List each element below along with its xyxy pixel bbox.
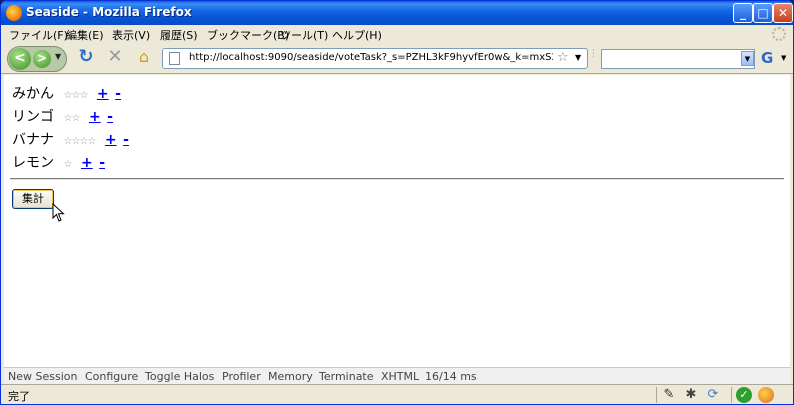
- menu-history[interactable]: 履歴(S): [160, 27, 198, 43]
- vote-plus-link[interactable]: +: [105, 132, 117, 148]
- page-icon: [169, 52, 180, 65]
- menu-tools[interactable]: ツール(T): [280, 27, 328, 43]
- star-rating: ☆☆☆☆: [63, 136, 97, 147]
- back-button[interactable]: <: [9, 48, 31, 70]
- vote-plus-link[interactable]: +: [89, 109, 101, 125]
- sync-icon[interactable]: ⟳: [705, 387, 721, 403]
- toggle-halos-link[interactable]: Toggle Halos: [145, 370, 214, 383]
- menu-edit[interactable]: 編集(E): [66, 27, 104, 43]
- vote-row: リンゴ ☆☆ + -: [12, 106, 113, 126]
- home-icon[interactable]: ⌂: [134, 47, 154, 67]
- engine-dropdown-icon[interactable]: ▼: [781, 54, 786, 62]
- seaside-toolbar: New Session Configure Toggle Halos Profi…: [4, 367, 790, 384]
- terminate-link[interactable]: Terminate: [319, 370, 374, 383]
- fruit-name: みかん: [12, 86, 54, 102]
- status-divider: [731, 387, 732, 403]
- browser-window: Seaside - Mozilla Firefox _ □ ✕ ファイル(F) …: [0, 0, 794, 405]
- url-input[interactable]: http://localhost:9090/seaside/voteTask?_…: [189, 52, 553, 63]
- google-icon[interactable]: G: [761, 48, 779, 68]
- status-text: 完了: [8, 390, 30, 403]
- horizontal-rule: [10, 178, 784, 180]
- back-forward-group: < > ▼: [7, 46, 67, 72]
- vote-minus-link[interactable]: -: [107, 109, 113, 125]
- menu-help[interactable]: ヘルプ(H): [332, 27, 382, 43]
- url-bar[interactable]: http://localhost:9090/seaside/voteTask?_…: [162, 48, 588, 69]
- search-dropdown-icon[interactable]: ▼: [741, 51, 754, 66]
- vote-plus-link[interactable]: +: [97, 86, 109, 102]
- toolbar-grip-icon[interactable]: ⫶: [592, 49, 598, 69]
- forward-button[interactable]: >: [33, 50, 51, 68]
- vote-minus-link[interactable]: -: [99, 155, 105, 171]
- profiler-link[interactable]: Profiler: [222, 370, 261, 383]
- menu-view[interactable]: 表示(V): [112, 27, 150, 43]
- vote-row: レモン ☆ + -: [12, 152, 105, 172]
- tally-button[interactable]: 集計: [12, 189, 54, 209]
- xhtml-link[interactable]: XHTML: [381, 370, 419, 383]
- menu-bookmarks[interactable]: ブックマーク(B): [207, 27, 289, 43]
- star-rating: ☆: [63, 159, 73, 170]
- window-title: Seaside - Mozilla Firefox: [26, 5, 192, 19]
- stop-icon[interactable]: ✕: [105, 47, 125, 67]
- vote-minus-link[interactable]: -: [123, 132, 129, 148]
- status-divider: [656, 387, 657, 403]
- mouse-cursor-icon: [52, 203, 65, 222]
- url-dropdown-icon[interactable]: ▼: [575, 53, 581, 62]
- page-content: みかん ☆☆☆ + - リンゴ ☆☆ + - バナナ ☆☆☆☆ + - レモン …: [4, 75, 790, 367]
- edit-icon[interactable]: ✎: [661, 387, 677, 403]
- vote-plus-link[interactable]: +: [81, 155, 93, 171]
- star-rating: ☆☆☆: [63, 90, 89, 101]
- star-rating: ☆☆: [63, 113, 81, 124]
- vote-minus-link[interactable]: -: [115, 86, 121, 102]
- memory-link[interactable]: Memory: [268, 370, 313, 383]
- check-icon[interactable]: ✓: [736, 387, 752, 403]
- title-bar: Seaside - Mozilla Firefox _ □ ✕: [1, 1, 793, 25]
- firebug-icon[interactable]: ✱: [683, 387, 699, 403]
- menu-file[interactable]: ファイル(F): [9, 27, 68, 43]
- throbber-icon: [772, 27, 786, 41]
- reload-icon[interactable]: ↻: [76, 47, 96, 67]
- vote-row: みかん ☆☆☆ + -: [12, 83, 121, 103]
- firefox-status-icon[interactable]: [758, 387, 774, 403]
- firefox-icon: [6, 5, 22, 21]
- maximize-button[interactable]: □: [753, 3, 773, 23]
- new-session-link[interactable]: New Session: [8, 370, 77, 383]
- minimize-button[interactable]: _: [733, 3, 753, 23]
- fruit-name: レモン: [12, 155, 54, 171]
- fruit-name: リンゴ: [12, 109, 54, 125]
- search-input[interactable]: [601, 49, 755, 69]
- menu-bar: ファイル(F) 編集(E) 表示(V) 履歴(S) ブックマーク(B) ツール(…: [1, 25, 793, 44]
- status-bar: 完了 ✎ ✱ ⟳ ✓: [1, 384, 793, 404]
- close-button[interactable]: ✕: [773, 3, 793, 23]
- render-time: 16/14 ms: [425, 370, 477, 383]
- configure-link[interactable]: Configure: [85, 370, 138, 383]
- vote-row: バナナ ☆☆☆☆ + -: [12, 129, 129, 149]
- bookmark-star-icon[interactable]: ☆: [557, 50, 569, 65]
- history-dropdown-icon[interactable]: ▼: [55, 52, 61, 61]
- fruit-name: バナナ: [12, 132, 54, 148]
